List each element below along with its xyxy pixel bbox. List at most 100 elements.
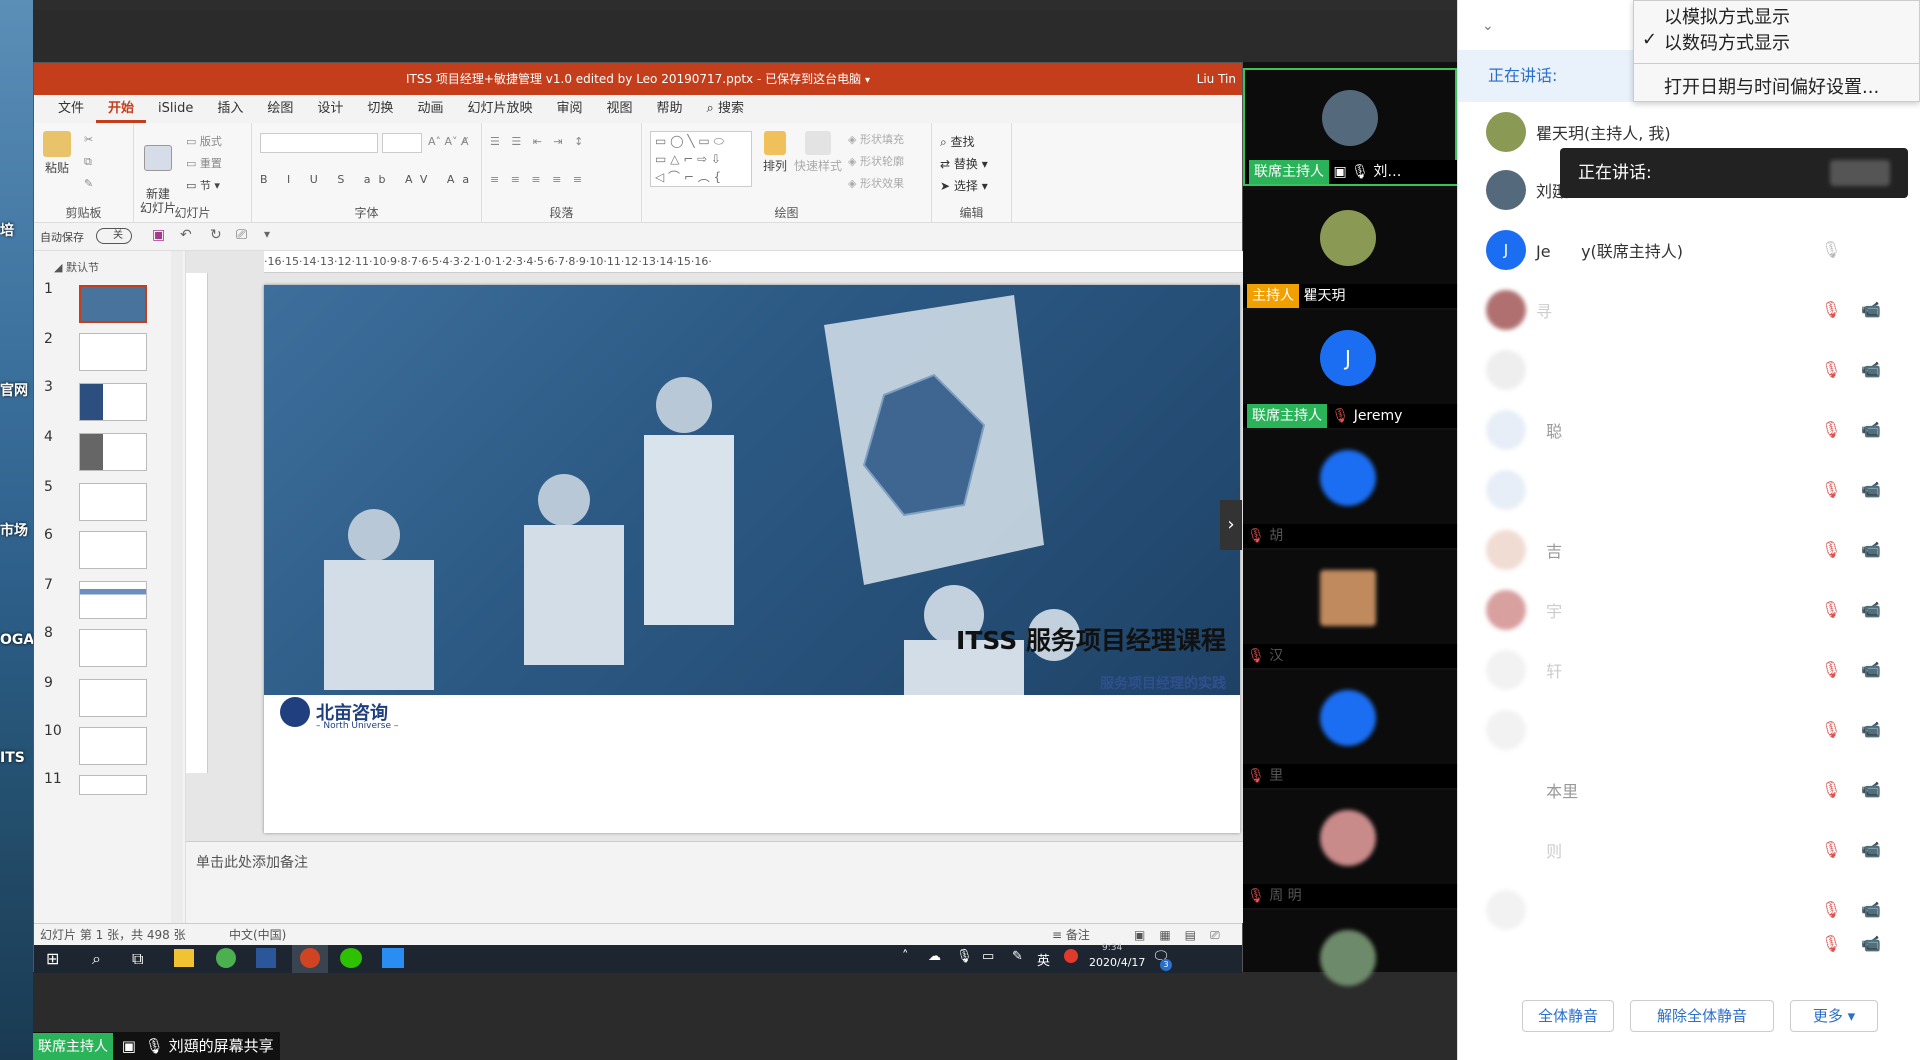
- menu-item-date-prefs[interactable]: 打开日期与时间偏好设置...: [1634, 73, 1920, 99]
- paste-button[interactable]: 粘贴: [40, 131, 74, 176]
- menu-design[interactable]: 设计: [305, 95, 355, 123]
- video-tile-5[interactable]: 🎙 汉: [1243, 550, 1457, 668]
- mic-muted-icon[interactable]: 🎙: [1821, 934, 1841, 956]
- wechat-icon[interactable]: [340, 948, 362, 968]
- participant-row[interactable]: 宇 🎙 📹: [1458, 580, 1920, 640]
- camera-off-icon[interactable]: 📹: [1861, 840, 1887, 860]
- slide-thumbnail-11[interactable]: [79, 775, 147, 795]
- meeting-app-icon[interactable]: [382, 948, 404, 968]
- camera-off-icon[interactable]: 📹: [1861, 934, 1887, 954]
- mic-muted-icon[interactable]: 🎙: [1821, 840, 1841, 862]
- menu-home[interactable]: 开始: [96, 95, 147, 123]
- camera-off-icon[interactable]: 📹: [1861, 480, 1887, 500]
- chevron-down-icon[interactable]: ⌄: [1482, 18, 1494, 34]
- replace-button[interactable]: ⇄ 替换 ▾: [940, 155, 988, 172]
- current-slide[interactable]: ITSS 服务项目经理课程 服务项目经理的实践 北亩咨询 – North Uni…: [264, 285, 1240, 833]
- video-tile-1[interactable]: 联席主持人 ▣ 🎙 刘…: [1243, 68, 1459, 186]
- present-icon[interactable]: ⎚: [236, 227, 247, 243]
- shape-outline-button[interactable]: ◈ 形状轮廓: [848, 153, 904, 169]
- search-icon[interactable]: ⌕: [92, 949, 101, 969]
- mic-muted-icon[interactable]: 🎙: [1821, 300, 1841, 322]
- menu-search[interactable]: ⌕ 搜索: [695, 95, 756, 123]
- view-buttons[interactable]: ▣▦▤⎚: [1134, 924, 1234, 946]
- menu-file[interactable]: 文件: [46, 95, 96, 123]
- customize-qat-icon[interactable]: ▾: [264, 227, 270, 241]
- participant-row[interactable]: J Je y(联席主持人) 🎙: [1458, 220, 1920, 280]
- shape-effects-button[interactable]: ◈ 形状效果: [848, 175, 904, 191]
- battery-icon[interactable]: ▭: [982, 949, 994, 964]
- menu-animations[interactable]: 动画: [405, 95, 455, 123]
- new-slide-button[interactable]: 新建 幻灯片: [138, 131, 178, 215]
- ime-indicator[interactable]: 英: [1037, 950, 1050, 969]
- menu-insert[interactable]: 插入: [205, 95, 255, 123]
- video-tile-2[interactable]: 主持人 瞿天玥: [1243, 190, 1457, 308]
- pen-icon[interactable]: ✎: [1012, 949, 1023, 964]
- layout-button[interactable]: ▭ 版式: [186, 133, 222, 149]
- format-painter-icon[interactable]: ✎: [84, 177, 93, 190]
- font-format-icons[interactable]: B I U S ab AV Aa: [260, 173, 477, 186]
- video-tile-3[interactable]: J 联席主持人 🎙 Jeremy: [1243, 310, 1457, 428]
- reset-button[interactable]: ▭ 重置: [186, 155, 222, 171]
- participant-row[interactable]: 🎙 📹: [1458, 932, 1920, 962]
- chevron-right-icon[interactable]: ›: [1220, 500, 1242, 550]
- mute-all-button[interactable]: 全体静音: [1522, 1000, 1614, 1032]
- windows-start-icon[interactable]: ⊞: [46, 949, 59, 968]
- mic-muted-icon[interactable]: 🎙: [1821, 600, 1841, 622]
- slide-thumbnail-8[interactable]: [79, 629, 147, 667]
- mic-muted-icon[interactable]: 🎙: [1821, 660, 1841, 682]
- participant-row[interactable]: 🎙 📹: [1458, 460, 1920, 520]
- menu-item-analog[interactable]: 以模拟方式显示: [1634, 3, 1920, 29]
- copy-icon[interactable]: ⧉: [84, 155, 92, 169]
- section-header[interactable]: ◢ 默认节: [54, 259, 99, 275]
- participant-row[interactable]: 轩 🎙 📹: [1458, 640, 1920, 700]
- camera-off-icon[interactable]: 📹: [1861, 420, 1887, 440]
- file-explorer-icon[interactable]: [174, 949, 194, 967]
- unmute-all-button[interactable]: 解除全体静音: [1630, 1000, 1774, 1032]
- arrange-button[interactable]: 排列: [760, 131, 790, 174]
- participant-row[interactable]: 🎙 📹: [1458, 340, 1920, 400]
- participant-row[interactable]: 寻 🎙 📹: [1458, 280, 1920, 340]
- camera-off-icon[interactable]: 📹: [1861, 300, 1887, 320]
- browser-icon[interactable]: [216, 948, 236, 968]
- font-name-select[interactable]: [260, 133, 378, 153]
- slide-thumbnail-9[interactable]: [79, 679, 147, 717]
- find-button[interactable]: ⌕ 查找: [940, 133, 975, 150]
- slide-thumbnail-7[interactable]: [79, 581, 147, 619]
- video-tile-6[interactable]: 🎙 里: [1243, 670, 1457, 788]
- participant-row[interactable]: 🎙 📹: [1458, 700, 1920, 760]
- select-button[interactable]: ➤ 选择 ▾: [940, 177, 988, 194]
- increase-font-icon[interactable]: A˄ A˅ A̸: [428, 135, 469, 148]
- word-icon[interactable]: [256, 948, 276, 968]
- powerpoint-taskbar-button[interactable]: [292, 945, 328, 973]
- mic-muted-icon[interactable]: 🎙: [1821, 240, 1841, 262]
- menu-transitions[interactable]: 切换: [355, 95, 405, 123]
- shapes-gallery[interactable]: ▭ ◯ ╲ ▭ ⬭ ▭ △ ⌐ ⇨ ⇩ ◁ ⌒ ⌐ ︵ {: [650, 131, 752, 187]
- save-icon[interactable]: ▣: [152, 227, 165, 243]
- notes-pane[interactable]: 单击此处添加备注: [186, 841, 1244, 923]
- menu-draw[interactable]: 绘图: [255, 95, 305, 123]
- camera-off-icon[interactable]: 📹: [1861, 900, 1887, 920]
- undo-icon[interactable]: ↶: [180, 227, 192, 243]
- microphone-icon[interactable]: 🎙: [956, 949, 973, 964]
- slide-thumbnail-3[interactable]: [79, 383, 147, 421]
- redo-icon[interactable]: ↻: [210, 227, 222, 243]
- slide-thumbnail-5[interactable]: [79, 483, 147, 521]
- task-view-icon[interactable]: ⧉: [132, 949, 143, 969]
- autosave-toggle[interactable]: 关: [96, 228, 132, 244]
- list-icons[interactable]: ☰ ☰ ⇤ ⇥ ↕: [490, 135, 587, 148]
- mic-muted-icon[interactable]: 🎙: [1821, 780, 1841, 802]
- menu-slideshow[interactable]: 幻灯片放映: [455, 95, 544, 123]
- section-button[interactable]: ▭ 节 ▾: [186, 177, 220, 193]
- mic-muted-icon[interactable]: 🎙: [1821, 480, 1841, 502]
- mic-muted-icon[interactable]: 🎙: [1821, 360, 1841, 382]
- onedrive-icon[interactable]: ☁: [928, 949, 941, 964]
- antivirus-icon[interactable]: [1064, 949, 1078, 963]
- slide-thumbnail-1[interactable]: [79, 285, 147, 323]
- slide-thumbnail-2[interactable]: [79, 333, 147, 371]
- video-tile-8[interactable]: [1243, 910, 1457, 986]
- participant-row[interactable]: 🎙 📹: [1458, 880, 1920, 940]
- quick-styles-button[interactable]: 快速样式: [794, 131, 842, 174]
- more-button[interactable]: 更多 ▾: [1790, 1000, 1878, 1032]
- video-tile-7[interactable]: 🎙 周 明: [1243, 790, 1457, 908]
- menu-item-digital[interactable]: ✓ 以数码方式显示: [1634, 29, 1920, 55]
